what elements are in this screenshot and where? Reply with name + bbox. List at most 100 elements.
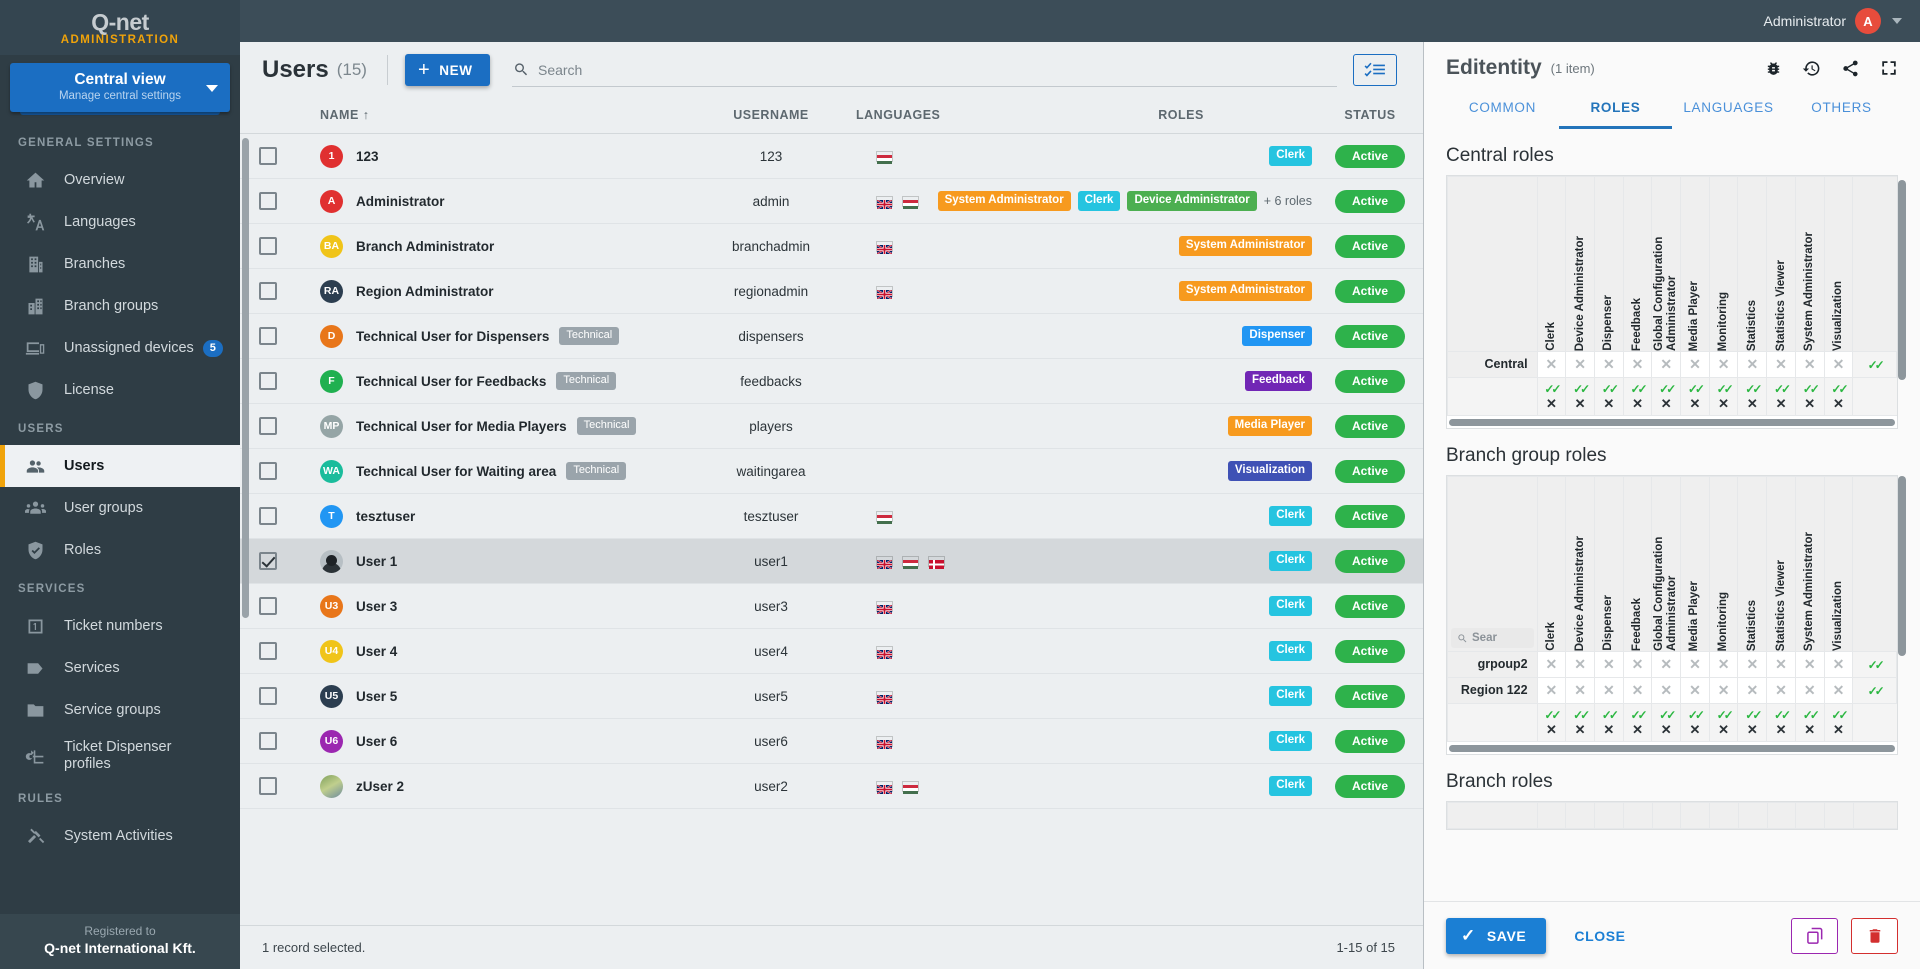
cross-icon[interactable]: ✕ <box>1574 356 1586 372</box>
double-check-icon[interactable]: ✓✓ <box>1659 708 1676 722</box>
sidebar-item-overview[interactable]: Overview <box>0 159 240 201</box>
roles-search-field[interactable]: Sear <box>1451 628 1534 648</box>
role-bulk-cell[interactable]: ✓✓ ✕ <box>1794 703 1825 742</box>
table-row[interactable]: A Administrator admin System Administrator C… <box>240 178 1423 224</box>
cross-icon[interactable]: ✕ <box>1833 356 1845 372</box>
double-check-icon[interactable]: ✓✓ <box>1630 382 1647 396</box>
role-toggle-cell[interactable]: ✕ <box>1794 677 1825 704</box>
cross-icon[interactable]: ✕ <box>1804 723 1815 737</box>
row-checkbox[interactable] <box>259 417 277 435</box>
cross-icon[interactable]: ✕ <box>1660 682 1672 698</box>
cross-icon[interactable]: ✕ <box>1546 723 1557 737</box>
double-check-icon[interactable]: ✓✓ <box>1774 382 1791 396</box>
role-toggle-cell[interactable]: ✕ <box>1737 651 1768 678</box>
table-row[interactable]: U3 User 3 user3 Clerk Active <box>240 583 1423 629</box>
cross-icon[interactable]: ✕ <box>1603 723 1614 737</box>
row-select-cell[interactable] <box>240 763 296 809</box>
double-check-icon[interactable]: ✓✓ <box>1774 708 1791 722</box>
role-toggle-cell[interactable]: ✕ <box>1680 651 1710 678</box>
role-toggle-cell[interactable]: ✕ <box>1823 651 1854 678</box>
role-bulk-cell[interactable]: ✓✓ ✕ <box>1823 377 1854 416</box>
sidebar-item-service-groups[interactable]: Service groups <box>0 689 240 731</box>
role-bulk-cell[interactable]: ✓✓ ✕ <box>1536 377 1567 416</box>
cross-icon[interactable]: ✕ <box>1632 723 1643 737</box>
cross-icon[interactable]: ✕ <box>1546 656 1558 672</box>
double-check-icon[interactable]: ✓✓ <box>1868 358 1885 372</box>
table-row[interactable]: U4 User 4 user4 Clerk Active <box>240 628 1423 674</box>
double-check-icon[interactable]: ✓✓ <box>1745 708 1762 722</box>
roles-vertical-scrollbar[interactable] <box>1898 180 1906 380</box>
save-button[interactable]: ✓ SAVE <box>1446 917 1547 954</box>
role-toggle-cell[interactable]: ✕ <box>1565 651 1595 678</box>
double-check-icon[interactable]: ✓✓ <box>1573 708 1590 722</box>
role-toggle-cell[interactable]: ✕ <box>1651 651 1682 678</box>
role-bulk-cell[interactable]: ✓✓ ✕ <box>1680 377 1710 416</box>
sidebar-item-ticket-numbers[interactable]: Ticket numbers <box>0 605 240 647</box>
cross-icon[interactable]: ✕ <box>1632 656 1644 672</box>
row-select-cell[interactable] <box>240 673 296 719</box>
cross-icon[interactable]: ✕ <box>1689 723 1700 737</box>
role-toggle-cell[interactable]: ✕ <box>1823 351 1854 378</box>
cross-icon[interactable]: ✕ <box>1804 356 1816 372</box>
role-bulk-cell[interactable]: ✓✓ ✕ <box>1823 703 1854 742</box>
cross-icon[interactable]: ✕ <box>1833 682 1845 698</box>
cross-icon[interactable]: ✕ <box>1632 356 1644 372</box>
row-checkbox[interactable] <box>259 372 277 390</box>
tab-common[interactable]: COMMON <box>1446 94 1559 129</box>
cross-icon[interactable]: ✕ <box>1776 397 1787 411</box>
cross-icon[interactable]: ✕ <box>1546 356 1558 372</box>
role-toggle-cell[interactable]: ✕ <box>1651 351 1682 378</box>
double-check-icon[interactable]: ✓✓ <box>1544 708 1561 722</box>
cross-icon[interactable]: ✕ <box>1746 356 1758 372</box>
cross-icon[interactable]: ✕ <box>1833 723 1844 737</box>
row-checkbox[interactable] <box>259 462 277 480</box>
role-toggle-cell[interactable]: ✕ <box>1622 677 1653 704</box>
view-selector[interactable]: Central view Manage central settings <box>10 63 230 112</box>
row-checkbox[interactable] <box>259 642 277 660</box>
role-toggle-cell[interactable]: ✕ <box>1794 351 1825 378</box>
double-check-icon[interactable]: ✓✓ <box>1544 382 1561 396</box>
role-bulk-cell[interactable]: ✓✓ ✕ <box>1737 377 1768 416</box>
row-select-cell[interactable] <box>240 718 296 764</box>
table-row[interactable]: BA Branch Administrator branchadmin System … <box>240 223 1423 269</box>
th-status[interactable]: STATUS <box>1316 98 1423 134</box>
fullscreen-icon[interactable] <box>1880 59 1898 77</box>
cross-icon[interactable]: ✕ <box>1575 397 1586 411</box>
cross-icon[interactable]: ✕ <box>1718 656 1730 672</box>
cross-icon[interactable]: ✕ <box>1833 656 1845 672</box>
cross-icon[interactable]: ✕ <box>1661 397 1672 411</box>
delete-button[interactable] <box>1851 917 1898 954</box>
sidebar-item-ticket-dispenser-profiles[interactable]: Ticket Dispenser profiles <box>0 731 240 781</box>
role-toggle-cell[interactable]: ✕ <box>1823 677 1854 704</box>
role-bulk-cell[interactable]: ✓✓ ✕ <box>1651 377 1682 416</box>
share-icon[interactable] <box>1841 59 1860 78</box>
cross-icon[interactable]: ✕ <box>1718 682 1730 698</box>
role-toggle-cell[interactable]: ✕ <box>1766 651 1796 678</box>
user-menu[interactable]: Administrator A <box>1764 8 1902 34</box>
table-row[interactable]: D Technical User for Dispensers Technical d… <box>240 313 1423 359</box>
role-row-all-cell[interactable]: ✓✓ <box>1852 677 1897 704</box>
double-check-icon[interactable]: ✓✓ <box>1803 382 1820 396</box>
role-toggle-cell[interactable]: ✕ <box>1651 677 1682 704</box>
role-bulk-cell[interactable]: ✓✓ ✕ <box>1622 703 1653 742</box>
history-icon[interactable] <box>1802 59 1821 78</box>
row-checkbox[interactable] <box>259 282 277 300</box>
list-scrollbar[interactable] <box>242 138 249 618</box>
tab-others[interactable]: OTHERS <box>1785 94 1898 129</box>
cross-icon[interactable]: ✕ <box>1575 723 1586 737</box>
double-check-icon[interactable]: ✓✓ <box>1803 708 1820 722</box>
role-toggle-cell[interactable]: ✕ <box>1708 677 1739 704</box>
sidebar-item-branches[interactable]: Branches <box>0 243 240 285</box>
cross-icon[interactable]: ✕ <box>1776 723 1787 737</box>
cross-icon[interactable]: ✕ <box>1718 397 1729 411</box>
role-toggle-cell[interactable]: ✕ <box>1708 351 1739 378</box>
cross-icon[interactable]: ✕ <box>1603 682 1615 698</box>
sidebar-item-roles[interactable]: Roles <box>0 529 240 571</box>
role-bulk-cell[interactable]: ✓✓ ✕ <box>1708 703 1739 742</box>
cross-icon[interactable]: ✕ <box>1747 723 1758 737</box>
table-row[interactable]: MP Technical User for Media Players Techni… <box>240 403 1423 449</box>
th-name[interactable]: NAME ↑ <box>296 98 696 134</box>
th-username[interactable]: USERNAME <box>696 98 846 134</box>
sidebar-item-services[interactable]: Services <box>0 647 240 689</box>
double-check-icon[interactable]: ✓✓ <box>1602 382 1619 396</box>
